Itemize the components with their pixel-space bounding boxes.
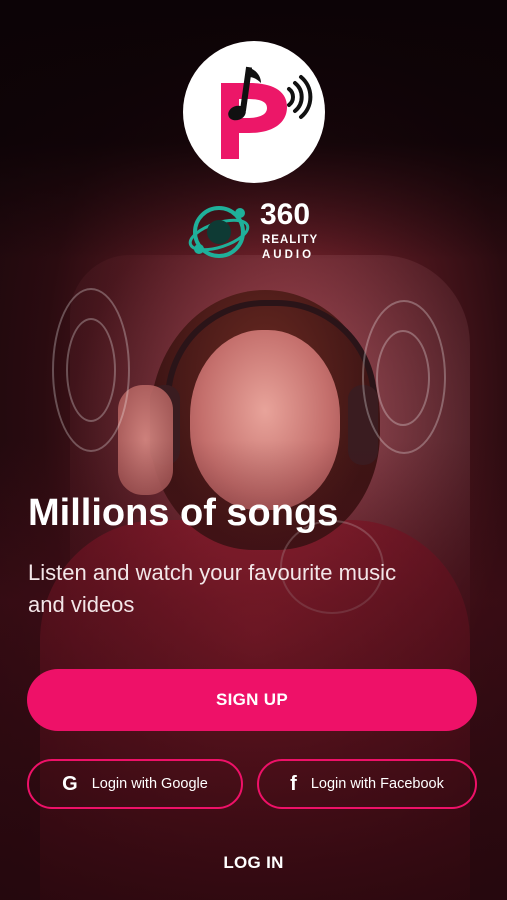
360-reality-audio-orbit-icon	[188, 206, 250, 258]
hero-subtitle: Listen and watch your favourite music an…	[28, 560, 397, 617]
google-g-icon: G	[62, 773, 78, 795]
login-google-button[interactable]: G Login with Google	[27, 759, 243, 809]
sign-up-label: SIGN UP	[215, 690, 288, 709]
badge-number: 360	[260, 198, 311, 231]
p-music-note-sound-waves-icon	[221, 66, 313, 159]
badge-line-audio: AUDIO	[262, 249, 315, 261]
sound-ring-right-inner	[376, 330, 430, 426]
login-facebook-button[interactable]: f Login with Facebook	[257, 759, 477, 809]
facebook-f-icon: f	[290, 773, 297, 795]
log-in-link[interactable]: LOG IN	[0, 853, 507, 873]
app-logo	[183, 41, 325, 183]
login-google-label: Login with Google	[91, 776, 208, 792]
sound-ring-left-inner	[66, 318, 116, 422]
badge-line-reality: REALITY	[262, 234, 319, 246]
onboarding-screen: 360 REALITY AUDIO Millions of songs List…	[0, 0, 507, 900]
sign-up-button[interactable]: SIGN UP	[27, 669, 477, 731]
360-reality-audio-badge: 360 REALITY AUDIO	[187, 199, 327, 265]
login-facebook-label: Login with Facebook	[310, 776, 444, 792]
hero-headline: Millions of songs	[28, 492, 339, 534]
